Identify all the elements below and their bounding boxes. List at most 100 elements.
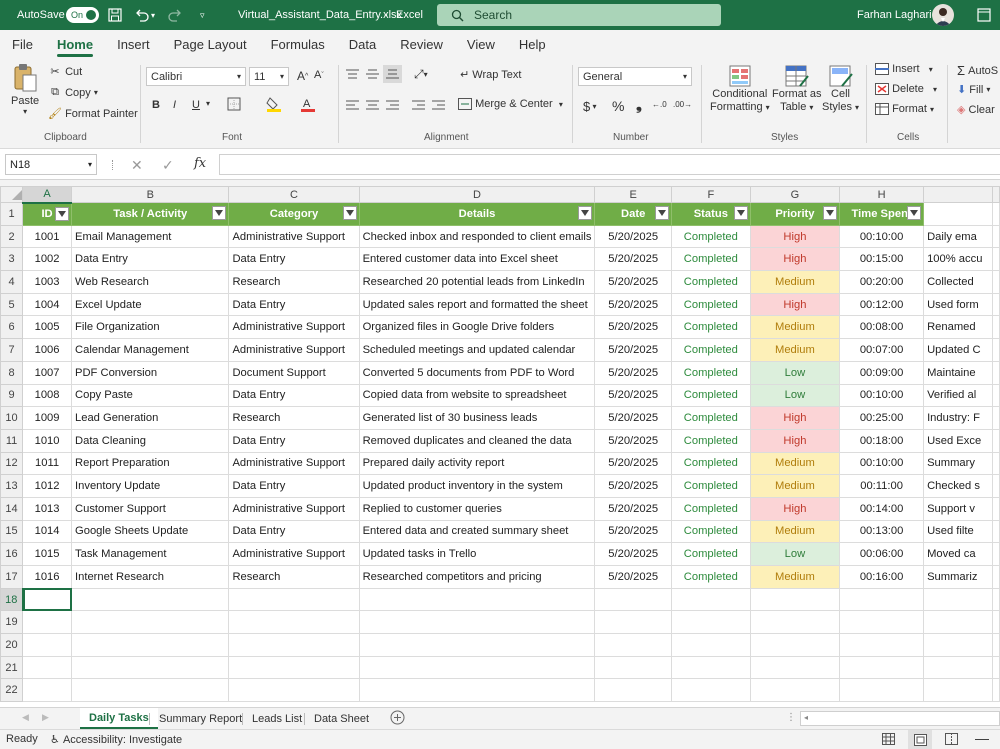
row-header[interactable]: 17 bbox=[0, 565, 24, 589]
row-header[interactable]: 19 bbox=[0, 610, 24, 635]
quick-access-menu-icon[interactable]: ▿ bbox=[200, 0, 205, 30]
menu-view[interactable]: View bbox=[455, 30, 507, 59]
menu-insert[interactable]: Insert bbox=[105, 30, 162, 59]
table-header-cell[interactable]: ID bbox=[22, 202, 73, 226]
category-cell[interactable]: Administrative Support bbox=[228, 315, 360, 340]
page-layout-view-icon[interactable] bbox=[908, 730, 932, 749]
notes-cell[interactable]: Updated C bbox=[923, 338, 993, 362]
cell[interactable] bbox=[594, 610, 672, 635]
increase-decimal-icon[interactable]: ←.0 bbox=[652, 100, 667, 109]
category-cell[interactable]: Data Entry bbox=[228, 383, 360, 408]
minimize-icon[interactable] bbox=[977, 0, 991, 30]
cell[interactable] bbox=[749, 678, 841, 703]
cell[interactable] bbox=[992, 633, 1000, 657]
cell[interactable] bbox=[749, 655, 841, 680]
horizontal-scrollbar[interactable]: ◂ bbox=[800, 711, 1000, 726]
time-cell[interactable]: 00:20:00 bbox=[839, 270, 925, 294]
status-cell[interactable]: Completed bbox=[670, 474, 751, 498]
cell[interactable] bbox=[749, 633, 841, 657]
date-cell[interactable]: 5/20/2025 bbox=[594, 474, 672, 498]
id-cell[interactable]: 1006 bbox=[22, 338, 73, 362]
id-cell[interactable]: 1012 bbox=[22, 474, 73, 498]
column-header[interactable]: A bbox=[22, 186, 73, 204]
format-as-table-button[interactable]: Format as Table ▾ bbox=[772, 64, 822, 114]
font-name-dropdown[interactable]: Calibri ▾ bbox=[146, 67, 246, 86]
wrap-text-button[interactable]: ↵ Wrap Text bbox=[460, 68, 521, 82]
table-header-cell[interactable]: Date bbox=[594, 202, 672, 226]
align-middle-icon[interactable] bbox=[366, 68, 379, 80]
cell[interactable] bbox=[992, 565, 1000, 589]
cell[interactable] bbox=[749, 610, 841, 635]
comma-style-icon[interactable]: ❟ bbox=[636, 97, 642, 114]
table-header-cell[interactable]: Status bbox=[670, 202, 751, 226]
notes-cell[interactable]: Renamed bbox=[923, 315, 993, 340]
status-cell[interactable]: Completed bbox=[670, 519, 751, 544]
id-cell[interactable]: 1002 bbox=[22, 247, 73, 272]
cell[interactable] bbox=[358, 655, 596, 680]
priority-cell[interactable]: High bbox=[749, 406, 841, 430]
notes-cell[interactable]: Support v bbox=[923, 496, 993, 521]
cell[interactable] bbox=[358, 587, 596, 612]
cell[interactable] bbox=[749, 587, 841, 612]
font-size-dropdown[interactable]: 11 ▾ bbox=[249, 67, 289, 86]
row-header[interactable]: 14 bbox=[0, 496, 24, 521]
details-cell[interactable]: Converted 5 documents from PDF to Word bbox=[358, 360, 596, 385]
time-cell[interactable]: 00:06:00 bbox=[839, 542, 925, 566]
decrease-indent-icon[interactable] bbox=[412, 99, 425, 111]
id-cell[interactable]: 1004 bbox=[22, 292, 73, 317]
menu-page-layout[interactable]: Page Layout bbox=[162, 30, 259, 59]
cell[interactable] bbox=[71, 678, 230, 703]
time-cell[interactable]: 00:09:00 bbox=[839, 360, 925, 385]
row-header[interactable]: 8 bbox=[0, 360, 24, 385]
id-cell[interactable]: 1015 bbox=[22, 542, 73, 566]
cell[interactable] bbox=[594, 587, 672, 612]
date-cell[interactable]: 5/20/2025 bbox=[594, 542, 672, 566]
priority-cell[interactable]: Medium bbox=[749, 519, 841, 544]
notes-cell[interactable]: Moved ca bbox=[923, 542, 993, 566]
task-cell[interactable]: Web Research bbox=[71, 270, 230, 294]
column-header[interactable]: B bbox=[71, 186, 230, 203]
task-cell[interactable]: PDF Conversion bbox=[71, 360, 230, 385]
cell[interactable] bbox=[992, 474, 1000, 498]
task-cell[interactable]: Lead Generation bbox=[71, 406, 230, 430]
cell[interactable] bbox=[923, 633, 993, 657]
date-cell[interactable]: 5/20/2025 bbox=[594, 224, 672, 249]
category-cell[interactable]: Data Entry bbox=[228, 519, 360, 544]
date-cell[interactable]: 5/20/2025 bbox=[594, 270, 672, 294]
enter-icon[interactable]: ✓ bbox=[162, 157, 174, 174]
id-cell[interactable]: 1009 bbox=[22, 406, 73, 430]
category-cell[interactable]: Research bbox=[228, 406, 360, 430]
time-cell[interactable]: 00:10:00 bbox=[839, 451, 925, 476]
notes-cell[interactable]: Summariz bbox=[923, 565, 993, 589]
cell[interactable] bbox=[670, 587, 751, 612]
normal-view-icon[interactable] bbox=[882, 733, 895, 745]
row-header[interactable]: 9 bbox=[0, 383, 24, 408]
notes-cell[interactable]: Used Exce bbox=[923, 428, 993, 453]
selected-cell[interactable] bbox=[22, 587, 73, 612]
delete-cells-button[interactable]: Delete ▾ bbox=[875, 83, 937, 95]
row-header[interactable]: 16 bbox=[0, 542, 24, 566]
id-cell[interactable]: 1013 bbox=[22, 496, 73, 521]
align-right-icon[interactable] bbox=[386, 99, 399, 111]
date-cell[interactable]: 5/20/2025 bbox=[594, 315, 672, 340]
date-cell[interactable]: 5/20/2025 bbox=[594, 406, 672, 430]
notes-cell[interactable]: 100% accu bbox=[923, 247, 993, 272]
merge-center-button[interactable]: Merge & Center ▾ bbox=[458, 98, 563, 110]
category-cell[interactable]: Administrative Support bbox=[228, 496, 360, 521]
task-cell[interactable]: Data Cleaning bbox=[71, 428, 230, 453]
status-cell[interactable]: Completed bbox=[670, 270, 751, 294]
status-cell[interactable]: Completed bbox=[670, 383, 751, 408]
category-cell[interactable]: Data Entry bbox=[228, 428, 360, 453]
cell[interactable] bbox=[71, 610, 230, 635]
date-cell[interactable]: 5/20/2025 bbox=[594, 519, 672, 544]
priority-cell[interactable]: Low bbox=[749, 360, 841, 385]
row-header[interactable]: 21 bbox=[0, 655, 24, 680]
filter-dropdown-icon[interactable] bbox=[212, 206, 227, 220]
cell[interactable] bbox=[228, 587, 360, 612]
time-cell[interactable]: 00:08:00 bbox=[839, 315, 925, 340]
notes-cell[interactable]: Maintaine bbox=[923, 360, 993, 385]
details-cell[interactable]: Researched competitors and pricing bbox=[358, 565, 596, 589]
time-cell[interactable]: 00:16:00 bbox=[839, 565, 925, 589]
column-header[interactable]: H bbox=[839, 186, 925, 203]
filter-dropdown-icon[interactable] bbox=[342, 206, 357, 220]
